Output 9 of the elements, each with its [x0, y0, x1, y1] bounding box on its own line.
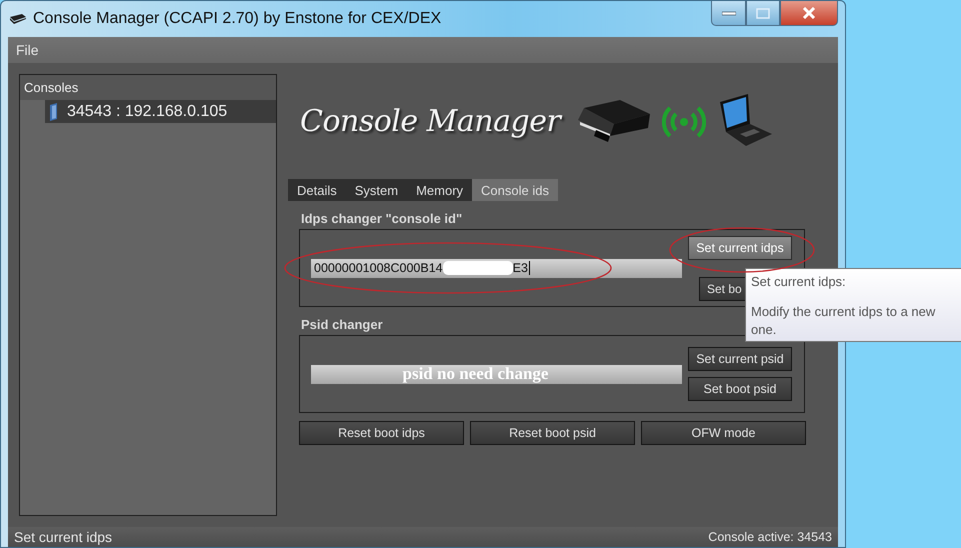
status-text: Set current idps — [14, 529, 112, 545]
tooltip-text: Modify the current idps to a new one. — [751, 303, 936, 339]
panel-title: Consoles — [20, 75, 276, 100]
tooltip-title: Set current idps: — [751, 273, 847, 291]
group-title: Psid changer — [301, 317, 383, 332]
status-text: Console active: 34543 — [708, 530, 832, 544]
logo-text: Console Manager — [300, 104, 560, 138]
window-title: Console Manager (CCAPI 2.70) by Enstone for CEX/DEX — [33, 10, 442, 28]
group-title: Idps changer "console id" — [301, 211, 462, 226]
